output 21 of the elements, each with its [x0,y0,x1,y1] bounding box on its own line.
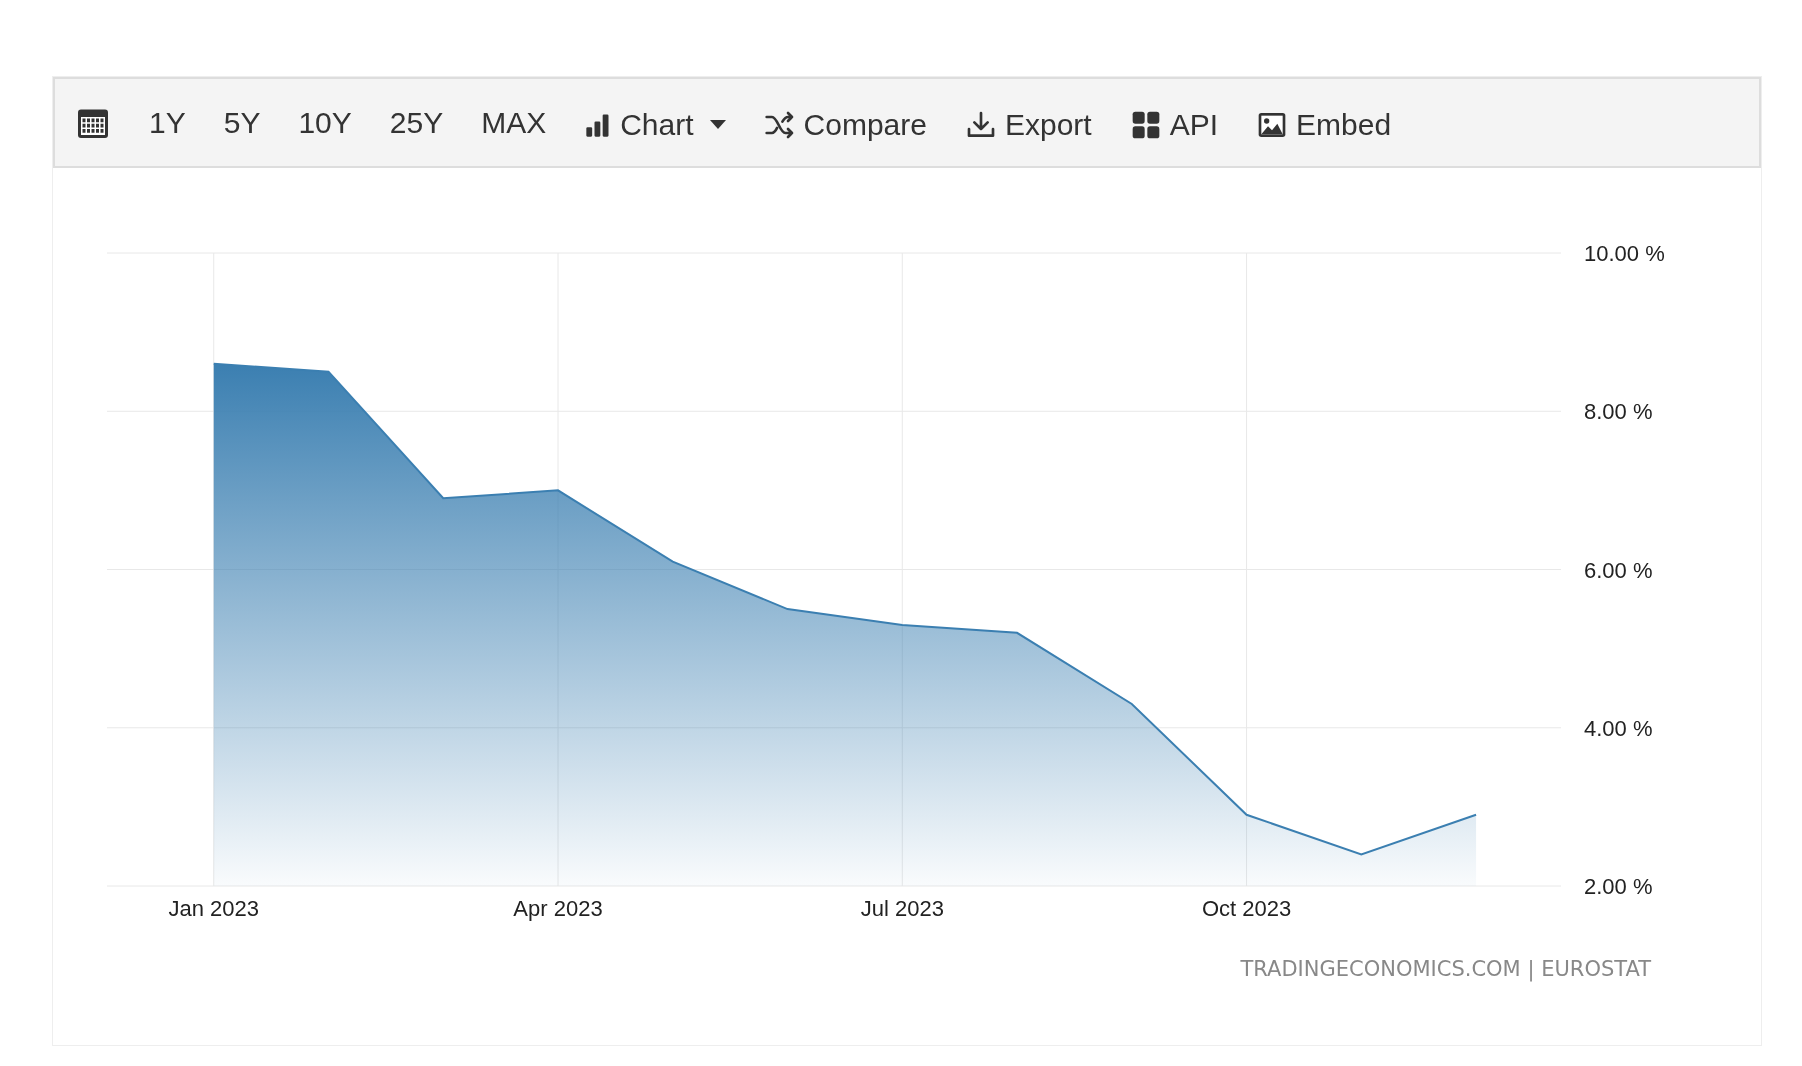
range-button[interactable]: 5Y [223,107,261,138]
x-tick-label: Apr 2023 [513,896,603,921]
embed-button[interactable]: Embed [1256,104,1392,141]
y-tick-label: 6.00 % [1584,557,1653,583]
export-button[interactable]: Export [964,104,1092,141]
x-tick-label: Jan 2023 [168,896,259,921]
range-button[interactable]: MAX [481,107,547,138]
compare-button[interactable]: Compare [763,104,927,141]
api-button[interactable]: API [1129,104,1219,141]
x-tick-label: Oct 2023 [1201,896,1292,921]
caret-icon [709,119,726,130]
y-tick-label: 10.00 % [1584,241,1665,266]
y-tick-label: 2.00 % [1584,874,1653,899]
range-button[interactable]: 1Y [149,107,186,138]
y-tick-label: 8.00 % [1584,399,1653,425]
y-tick-label: 4.00 % [1584,715,1653,741]
chart-button[interactable]: Chart [584,105,726,140]
range-button[interactable]: 25Y [389,107,444,138]
x-tick-label: Jul 2023 [860,896,944,921]
range-button[interactable]: 10Y [298,107,352,138]
source-text: TRADINGECONOMICS.COM | EUROSTAT [1240,956,1651,984]
